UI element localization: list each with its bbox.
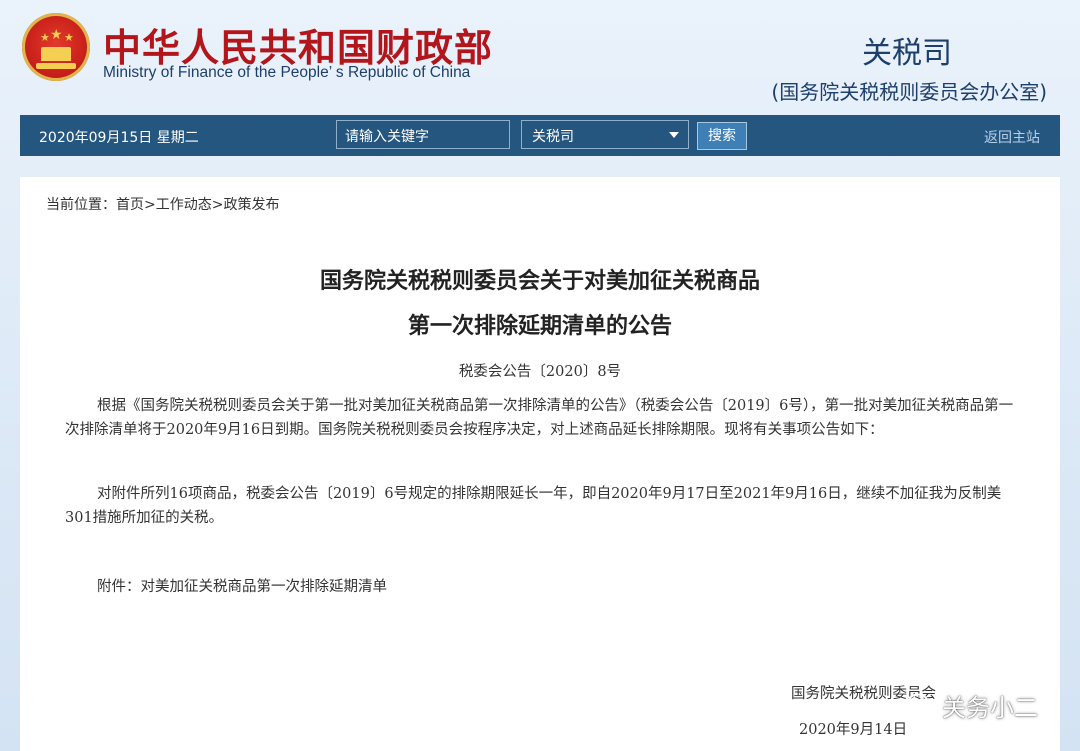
search-input[interactable]: 请输入关键字 <box>336 120 510 149</box>
document-number: 税委会公告〔2020〕8号 <box>458 364 622 380</box>
article-title-line2: 第一次排除延期清单的公告 <box>407 314 672 339</box>
article-paragraph: 根据《国务院关税税则委员会关于第一批对美加征关税商品第一次排除清单的公告》（税委… <box>65 398 1014 438</box>
attachment-link[interactable]: 附件：对美加征关税商品第一次排除延期清单 <box>97 575 387 596</box>
watermark: 关务小二 <box>906 688 1038 722</box>
breadcrumb-item-home[interactable]: 首页 <box>116 197 144 213</box>
breadcrumb-item-policy[interactable]: 政策发布 <box>223 197 279 213</box>
national-emblem-icon: ★ ★ ★ <box>22 13 90 81</box>
home-link[interactable]: 返回主站 <box>984 127 1040 147</box>
breadcrumb-prefix: 当前位置： <box>46 197 116 213</box>
current-date: 2020年09月15日 星期二 <box>39 130 199 146</box>
chevron-down-icon <box>669 132 679 138</box>
watermark-text: 关务小二 <box>942 693 1038 722</box>
article-title-line1: 国务院关税税则委员会关于对美加征关税商品 <box>319 269 760 294</box>
breadcrumb-separator: > <box>144 197 156 213</box>
top-navbar: 2020年09月15日 星期二 请输入关键字 关税司 搜索 返回主站 <box>20 115 1060 156</box>
department-select[interactable]: 关税司 <box>521 120 689 149</box>
department-select-value: 关税司 <box>532 129 574 145</box>
department-name: 关税司 <box>862 36 952 71</box>
breadcrumb: 当前位置：首页>工作动态>政策发布 <box>46 194 279 214</box>
search-button[interactable]: 搜索 <box>697 122 747 150</box>
signature-date: 2020年9月14日 <box>799 722 908 738</box>
content-panel: 当前位置：首页>工作动态>政策发布 国务院关税税则委员会关于对美加征关税商品 第… <box>20 177 1060 751</box>
breadcrumb-separator: > <box>211 197 224 213</box>
wechat-icon <box>907 693 935 715</box>
article-paragraph: 对附件所列16项商品，税委会公告〔2019〕6号规定的排除期限延长一年，即自20… <box>65 486 1002 526</box>
breadcrumb-item-work[interactable]: 工作动态 <box>156 197 212 213</box>
ministry-name-en: Ministry of Finance of the People’ s Rep… <box>103 64 471 81</box>
department-subtitle: (国务院关税税则委员会办公室) <box>771 80 1047 104</box>
site-header: ★ ★ ★ 中华人民共和国财政部 Ministry of Finance of th… <box>0 0 1080 115</box>
